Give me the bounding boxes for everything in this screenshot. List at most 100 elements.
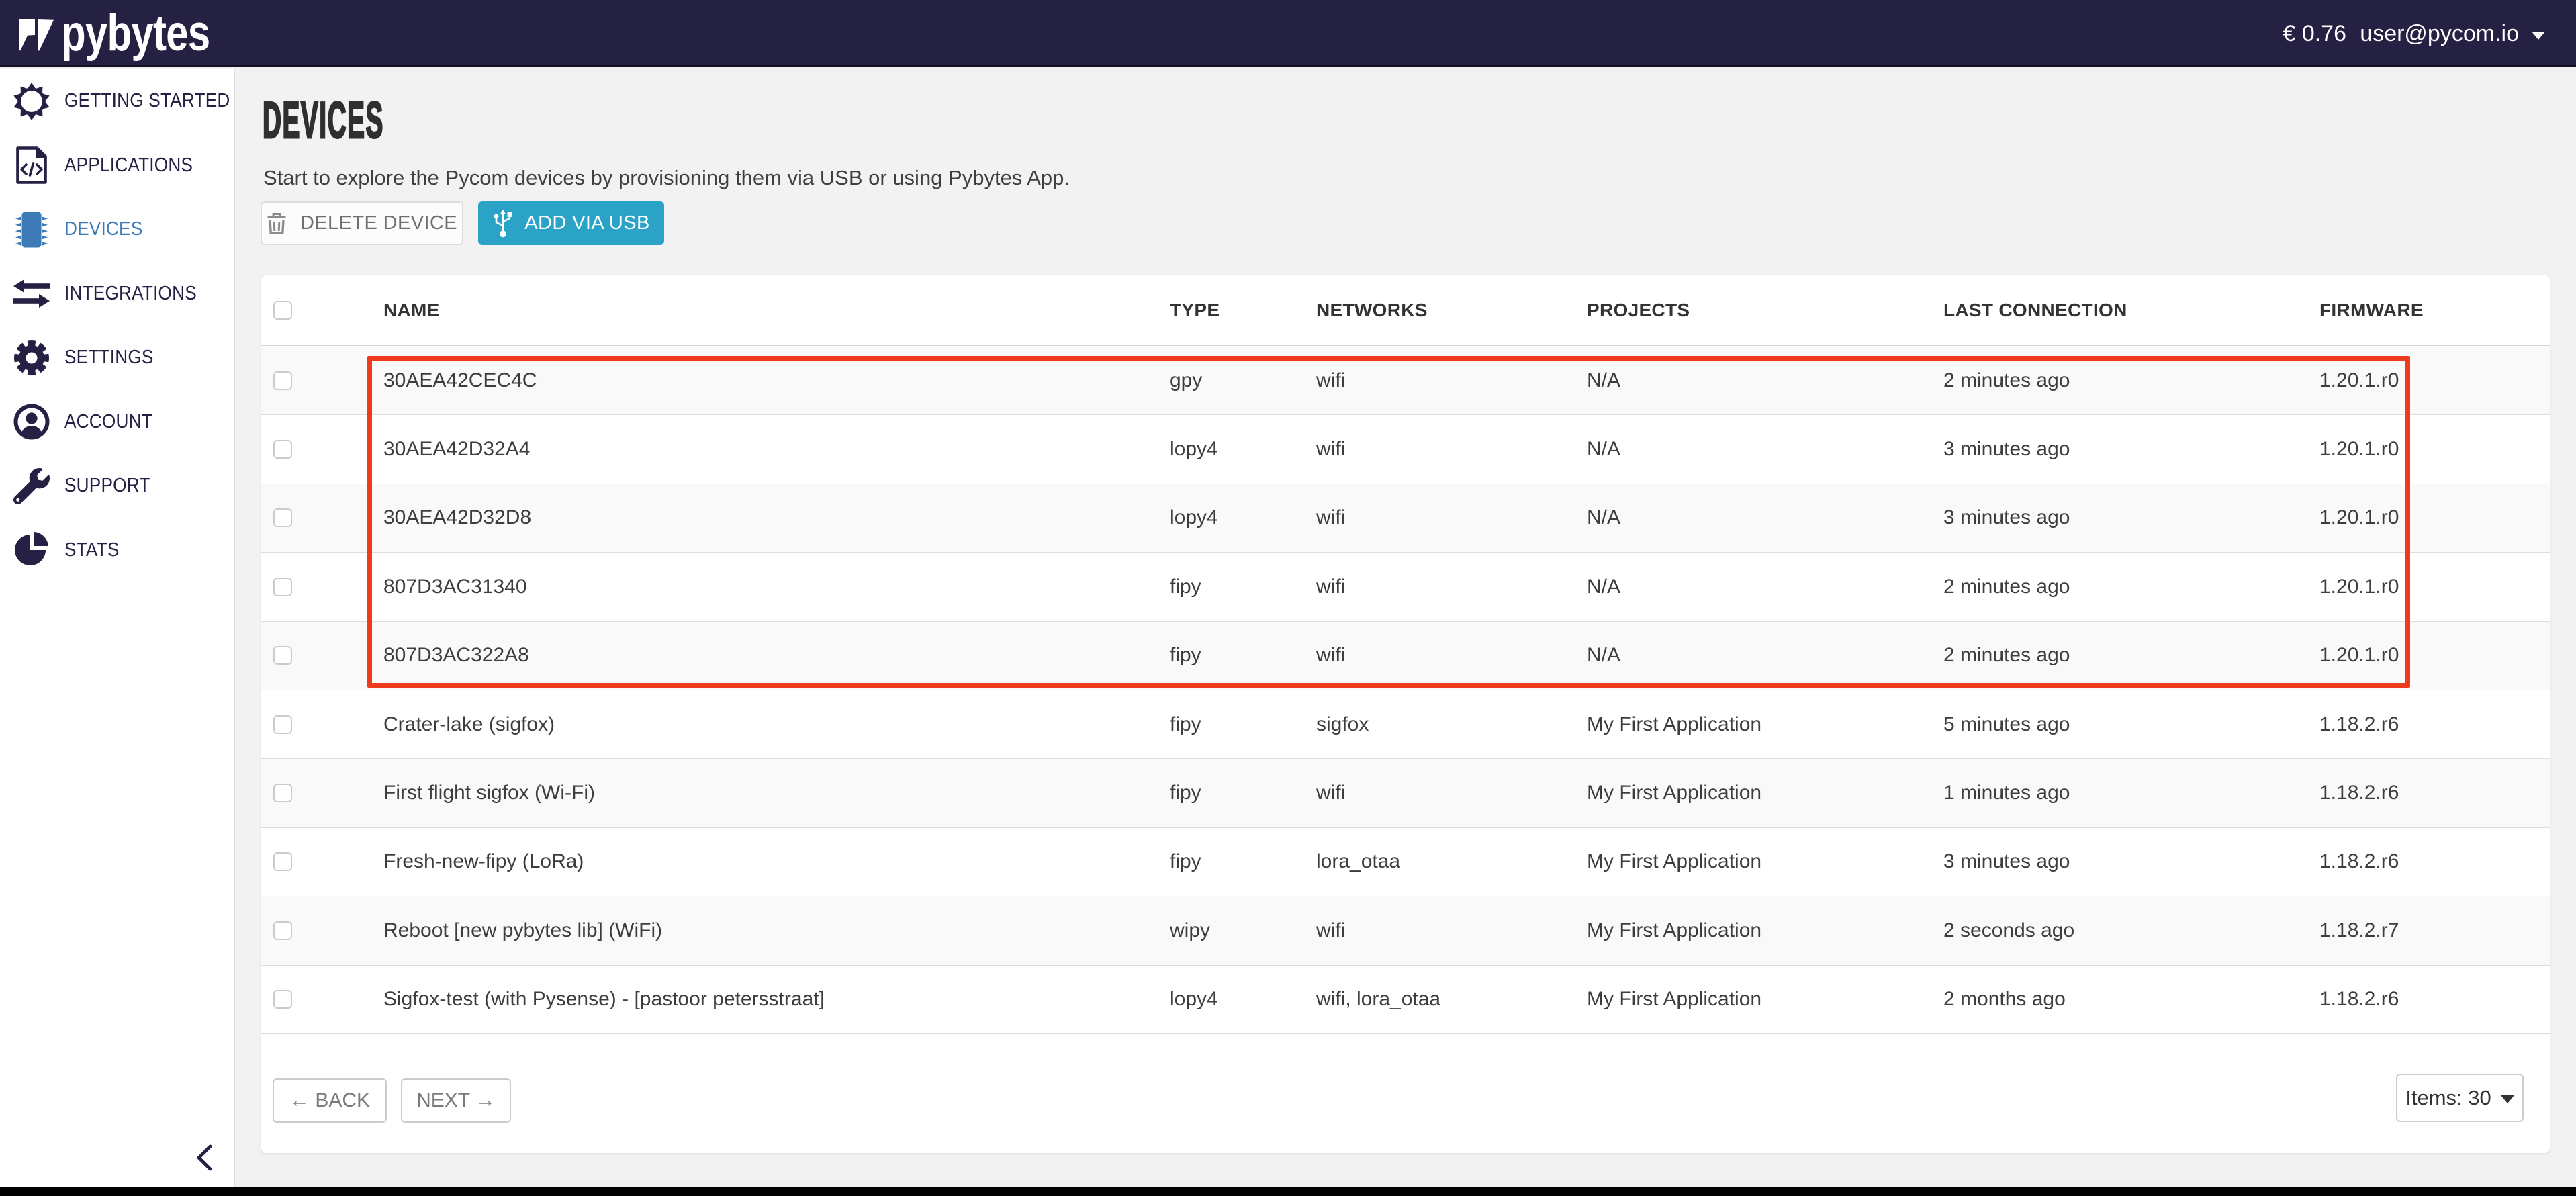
sidebar-item-applications[interactable]: APPLICATIONS	[0, 134, 234, 198]
cell-firmware: 1.20.1.r0	[2319, 576, 2399, 598]
back-button[interactable]: ← BACK	[273, 1078, 387, 1123]
row-checkbox[interactable]	[273, 440, 292, 459]
user-menu[interactable]: user@pycom.io	[2360, 0, 2545, 67]
sidebar-item-integrations[interactable]: INTEGRATIONS	[0, 262, 234, 326]
cell-firmware: 1.20.1.r0	[2319, 369, 2399, 392]
cell-name: 30AEA42D32D8	[383, 506, 531, 529]
cell-projects: N/A	[1587, 644, 1620, 667]
cell-type: lopy4	[1170, 988, 1218, 1011]
row-checkbox[interactable]	[273, 508, 292, 527]
cell-projects: My First Application	[1587, 782, 1761, 804]
sidebar-collapse-button[interactable]	[193, 1144, 215, 1172]
cell-type: fipy	[1170, 576, 1201, 598]
cell-firmware: 1.18.2.r6	[2319, 713, 2399, 736]
add-via-usb-button[interactable]: ADD VIA USB	[478, 201, 664, 245]
cell-firmware: 1.18.2.r7	[2319, 919, 2399, 942]
sidebar-item-account[interactable]: ACCOUNT	[0, 390, 234, 455]
swap-arrows-icon	[12, 274, 51, 313]
cell-type: fipy	[1170, 713, 1201, 736]
cell-networks: wifi	[1316, 644, 1345, 667]
chip-icon	[12, 210, 51, 249]
row-checkbox[interactable]	[273, 646, 292, 665]
cell-type: gpy	[1170, 369, 1202, 392]
select-all-checkbox[interactable]	[273, 301, 292, 320]
row-checkbox[interactable]	[273, 715, 292, 734]
device-row-9[interactable]: Reboot [new pybytes lib] (WiFi)wipywifiM…	[261, 896, 2550, 965]
device-row-10[interactable]: Sigfox-test (with Pysense) - [pastoor pe…	[261, 966, 2550, 1034]
cell-projects: N/A	[1587, 369, 1620, 392]
device-row-2[interactable]: 30AEA42D32A4lopy4wifiN/A3 minutes ago1.2…	[261, 415, 2550, 484]
pybytes-devices-page: pybytes € 0.76 user@pycom.io GETTING STA…	[0, 0, 2576, 1196]
device-row-8[interactable]: Fresh-new-fipy (LoRa) fipy lora_otaa My Fir…	[261, 828, 2550, 896]
pie-chart-icon	[12, 531, 51, 569]
cell-projects: My First Application	[1587, 919, 1761, 942]
cell-projects: N/A	[1587, 576, 1620, 598]
sidebar-item-label: GETTING STARTED	[64, 90, 230, 112]
cell-name: 807D3AC31340	[383, 576, 527, 598]
cell-last-connection: 2 minutes ago	[1943, 644, 2070, 667]
sidebar-item-devices[interactable]: DEVICES	[0, 197, 234, 262]
cell-name: First flight sigfox (Wi-Fi)	[383, 782, 595, 804]
cell-name: Sigfox-test (with Pysense) - [pastoor pe…	[383, 988, 825, 1011]
items-per-page-dropdown[interactable]: Items: 30	[2396, 1074, 2524, 1122]
row-checkbox[interactable]	[273, 921, 292, 940]
device-row-4[interactable]: 807D3AC31340fipywifiN/A2 minutes ago1.20…	[261, 553, 2550, 621]
column-header-type[interactable]: TYPE	[1170, 300, 1220, 321]
cell-last-connection: 5 minutes ago	[1943, 713, 2070, 736]
device-row-7[interactable]: First flight sigfox (Wi-Fi)fipywifiMy Fi…	[261, 759, 2550, 827]
device-row-1[interactable]: 30AEA42CEC4CgpywifiN/A2 minutes ago1.20.…	[261, 347, 2550, 415]
cell-firmware: 1.18.2.r6	[2319, 782, 2399, 804]
row-checkbox[interactable]	[273, 990, 292, 1009]
device-row-6[interactable]: Crater-lake (sigfox)fipysigfoxMy First A…	[261, 690, 2550, 759]
sun-icon	[12, 82, 51, 121]
cell-last-connection: 3 minutes ago	[1943, 438, 2070, 461]
cell-last-connection: 3 minutes ago	[1943, 850, 2070, 873]
pybytes-logo[interactable]: pybytes	[19, 0, 249, 67]
device-row-3[interactable]: 30AEA42D32D8lopy4wifiN/A3 minutes ago1.2…	[261, 484, 2550, 553]
column-header-projects[interactable]: PROJECTS	[1587, 300, 1690, 321]
cell-networks: sigfox	[1316, 713, 1369, 736]
row-checkbox[interactable]	[273, 371, 292, 390]
sidebar-item-stats[interactable]: STATS	[0, 518, 234, 583]
sidebar-item-label: DEVICES	[64, 218, 142, 240]
row-checkbox[interactable]	[273, 852, 292, 871]
cell-type: lopy4	[1170, 506, 1218, 529]
next-button[interactable]: NEXT →	[401, 1078, 511, 1123]
sidebar-item-settings[interactable]: SETTINGS	[0, 326, 234, 390]
logo-text: pybytes	[61, 0, 210, 67]
bottom-strip	[0, 1187, 2576, 1196]
cell-projects: My First Application	[1587, 713, 1761, 736]
row-checkbox[interactable]	[273, 578, 292, 596]
column-header-firmware[interactable]: FIRMWARE	[2319, 300, 2424, 321]
cell-firmware: 1.18.2.r6	[2319, 988, 2399, 1011]
device-row-5[interactable]: 807D3AC322A8fipywifiN/A2 minutes ago1.20…	[261, 622, 2550, 690]
delete-device-button[interactable]: DELETE DEVICE	[261, 201, 463, 245]
caret-down-icon	[2501, 1095, 2514, 1103]
column-header-networks[interactable]: NETWORKS	[1316, 300, 1428, 321]
cell-networks: lora_otaa	[1316, 850, 1400, 873]
cell-last-connection: 3 minutes ago	[1943, 506, 2070, 529]
cell-last-connection: 2 seconds ago	[1943, 919, 2074, 942]
delete-device-label: DELETE DEVICE	[300, 212, 457, 234]
row-checkbox[interactable]	[273, 784, 292, 802]
trash-icon	[267, 212, 287, 235]
account-balance[interactable]: € 0.76	[2283, 0, 2346, 67]
cell-type: fipy	[1170, 782, 1201, 804]
sidebar-item-getting-started[interactable]: GETTING STARTED	[0, 69, 234, 134]
cell-name: Fresh-new-fipy (LoRa)	[383, 850, 584, 873]
cell-type: fipy	[1170, 850, 1201, 873]
caret-down-icon	[2532, 32, 2545, 40]
sidebar-nav: GETTING STARTED APPLICATIONS DEVICES INT…	[0, 69, 234, 582]
cell-networks: wifi	[1316, 506, 1345, 529]
cell-name: 30AEA42CEC4C	[383, 369, 537, 392]
sidebar-item-label: INTEGRATIONS	[64, 283, 197, 305]
column-header-name[interactable]: NAME	[383, 300, 440, 321]
cell-last-connection: 2 minutes ago	[1943, 369, 2070, 392]
sidebar-item-label: APPLICATIONS	[64, 154, 193, 177]
cell-type: wipy	[1170, 919, 1210, 942]
column-header-last-connection[interactable]: LAST CONNECTION	[1943, 300, 2127, 321]
sidebar-item-support[interactable]: SUPPORT	[0, 454, 234, 518]
cell-projects: My First Application	[1587, 850, 1761, 873]
cell-projects: N/A	[1587, 506, 1620, 529]
cell-name: 807D3AC322A8	[383, 644, 529, 667]
